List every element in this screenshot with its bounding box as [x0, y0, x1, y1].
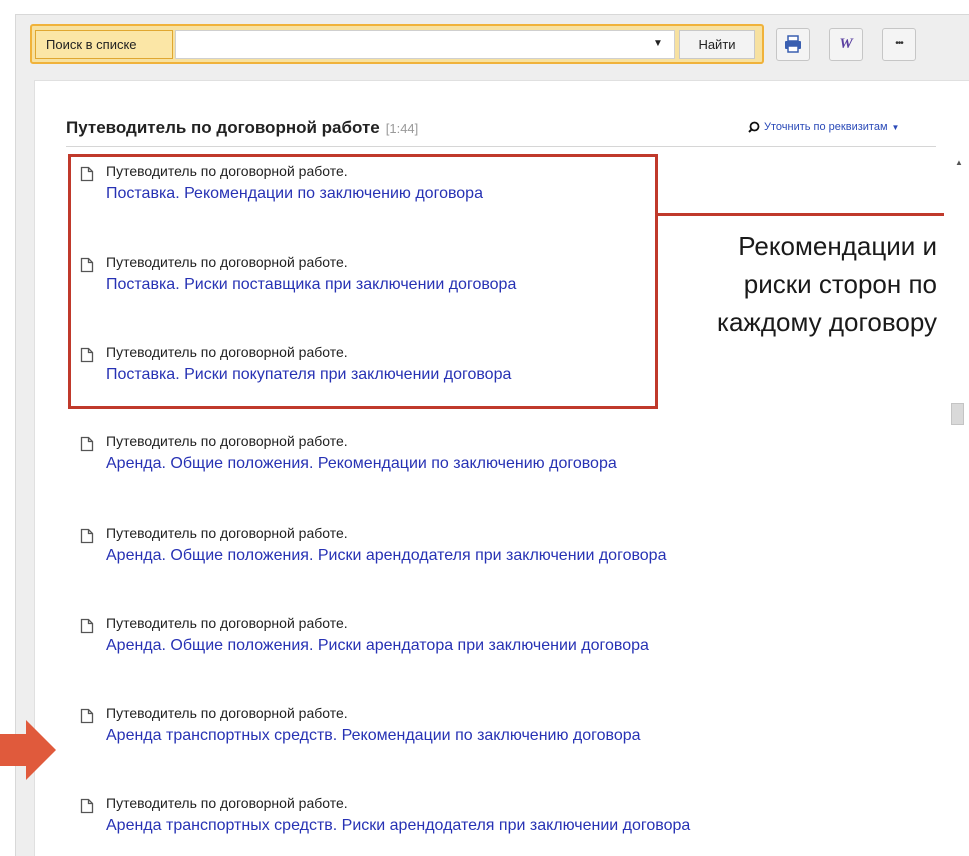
callout-line-3: каждому договору — [717, 307, 937, 337]
item-prefix: Путеводитель по договорной работе. — [106, 705, 348, 721]
document-link[interactable]: Аренда транспортных средств. Риски аренд… — [106, 817, 690, 835]
header-divider — [66, 146, 936, 147]
search-scope-label: Поиск в списке — [35, 30, 173, 59]
search-input[interactable] — [175, 30, 675, 59]
printer-icon — [785, 35, 801, 53]
document-icon — [80, 528, 94, 544]
callout-line-2: риски сторон по — [743, 269, 937, 299]
export-word-button[interactable]: W — [829, 28, 863, 61]
document-icon — [80, 618, 94, 634]
more-dots-icon: ••• — [895, 38, 904, 49]
item-prefix: Путеводитель по договорной работе. — [106, 525, 348, 541]
list-count: [1:44] — [385, 121, 419, 136]
list-title: Путеводитель по договорной работе [1:44] — [66, 118, 418, 138]
document-icon — [80, 708, 94, 724]
refine-label: Уточнить по реквизитам — [764, 121, 888, 133]
callout-line — [655, 213, 944, 216]
list-title-text: Путеводитель по договорной работе — [66, 118, 380, 137]
document-link[interactable]: Аренда. Общие положения. Рекомендации по… — [106, 455, 617, 473]
search-icon — [748, 121, 760, 133]
print-button[interactable] — [776, 28, 810, 61]
refine-by-attributes-link[interactable]: Уточнить по реквизитам ▼ — [748, 121, 899, 133]
item-prefix: Путеводитель по договорной работе. — [106, 615, 348, 631]
callout-text: Рекомендации и риски сторон по каждому д… — [658, 227, 937, 341]
document-link[interactable]: Аренда. Общие положения. Риски арендатор… — [106, 637, 649, 655]
item-prefix: Путеводитель по договорной работе. — [106, 433, 348, 449]
word-export-icon: W — [839, 36, 853, 52]
pointer-arrow-icon — [0, 720, 56, 780]
callout-line-1: Рекомендации и — [738, 231, 937, 261]
highlight-box — [68, 154, 658, 409]
document-icon — [80, 436, 94, 452]
find-button[interactable]: Найти — [679, 30, 755, 59]
scrollbar-thumb[interactable] — [951, 403, 964, 425]
document-icon — [80, 798, 94, 814]
scroll-up-icon[interactable]: ▲ — [955, 158, 963, 167]
more-button[interactable]: ••• — [882, 28, 916, 61]
document-link[interactable]: Аренда транспортных средств. Рекомендаци… — [106, 727, 641, 745]
chevron-down-icon: ▼ — [891, 122, 900, 132]
item-prefix: Путеводитель по договорной работе. — [106, 795, 348, 811]
dropdown-arrow-icon[interactable]: ▼ — [653, 38, 663, 49]
document-link[interactable]: Аренда. Общие положения. Риски арендодат… — [106, 547, 666, 565]
scrollbar[interactable] — [948, 152, 969, 856]
